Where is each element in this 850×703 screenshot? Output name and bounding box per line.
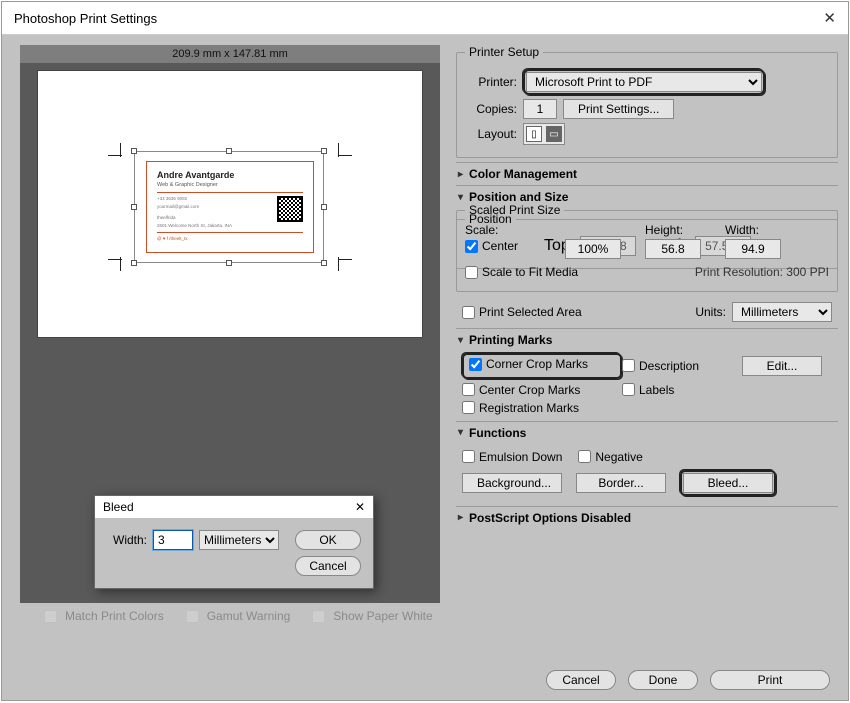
done-button[interactable]: Done — [628, 670, 698, 690]
description-checkbox[interactable]: Description — [622, 359, 742, 373]
bleed-cancel-button[interactable]: Cancel — [295, 556, 361, 576]
units-select[interactable]: Millimeters — [732, 302, 832, 322]
bleed-ok-button[interactable]: OK — [295, 530, 361, 550]
card-name: Andre Avantgarde — [157, 170, 303, 180]
emulsion-checkbox[interactable]: Emulsion Down — [462, 450, 562, 464]
bleed-width-label: Width: — [113, 533, 147, 547]
preview-paper[interactable]: Andre Avantgarde Web & Graphic Designer … — [38, 71, 422, 337]
printer-setup-group: Printer Setup Printer: Microsoft Print t… — [456, 45, 838, 158]
copies-label: Copies: — [465, 102, 517, 116]
titlebar: Photoshop Print Settings ✕ — [2, 2, 848, 35]
copies-input[interactable] — [523, 99, 557, 119]
handle-tr[interactable] — [321, 148, 327, 154]
qr-code-icon — [277, 196, 303, 222]
match-print-colors-checkbox: Match Print Colors — [44, 609, 164, 623]
bleed-width-input[interactable] — [153, 530, 193, 550]
negative-checkbox[interactable]: Negative — [578, 450, 642, 464]
border-button[interactable]: Border... — [576, 473, 666, 493]
softproof-options: Match Print Colors Gamut Warning Show Pa… — [20, 609, 442, 623]
cancel-button[interactable]: Cancel — [546, 670, 616, 690]
scale-input2[interactable] — [565, 239, 621, 259]
business-card-preview: Andre Avantgarde Web & Graphic Designer … — [146, 161, 314, 253]
window-title: Photoshop Print Settings — [14, 11, 157, 26]
footer-buttons: Cancel Done Print — [456, 662, 838, 690]
close-icon[interactable]: ✕ — [823, 9, 836, 27]
units-label: Units: — [695, 305, 726, 319]
scale-to-fit-checkbox[interactable]: Scale to Fit Media — [465, 265, 578, 279]
printer-setup-legend: Printer Setup — [465, 45, 543, 59]
corner-crop-checkbox[interactable]: Corner Crop Marks — [465, 356, 592, 372]
postscript-header[interactable]: PostScript Options Disabled — [456, 506, 838, 529]
print-settings-button[interactable]: Print Settings... — [563, 99, 674, 119]
handle-bm[interactable] — [226, 260, 232, 266]
landscape-icon[interactable]: ▭ — [546, 126, 562, 142]
center-crop-checkbox[interactable]: Center Crop Marks — [462, 383, 622, 397]
handle-tm[interactable] — [226, 148, 232, 154]
registration-checkbox[interactable]: Registration Marks — [462, 401, 622, 415]
bleed-emph: Bleed... — [680, 470, 776, 496]
card-social: @ ♥ f /theelt_tx — [157, 236, 303, 241]
layout-toggle[interactable]: ▯ ▭ — [523, 123, 565, 145]
print-selected-area-checkbox[interactable]: Print Selected Area — [462, 305, 582, 319]
bleed-button[interactable]: Bleed... — [683, 473, 773, 493]
functions-header[interactable]: Functions — [456, 421, 838, 444]
handle-tl[interactable] — [131, 148, 137, 154]
show-paper-white-checkbox: Show Paper White — [312, 609, 432, 623]
background-button[interactable]: Background... — [462, 473, 562, 493]
layout-label: Layout: — [465, 127, 517, 141]
handle-ml[interactable] — [131, 204, 137, 210]
width-input[interactable] — [725, 239, 781, 259]
edit-button[interactable]: Edit... — [742, 356, 822, 376]
height-input[interactable] — [645, 239, 701, 259]
right-pane: Printer Setup Printer: Microsoft Print t… — [452, 35, 848, 700]
scaled-size-group-real: Scaled Print Size Scale: Height: Width: … — [456, 203, 838, 292]
left-pane: 209.9 mm x 147.81 mm — [2, 35, 452, 700]
printing-marks-header[interactable]: Printing Marks — [456, 328, 838, 351]
bleed-units-select[interactable]: Millimeters — [199, 530, 279, 550]
handle-br[interactable] — [321, 260, 327, 266]
gamut-warning-checkbox: Gamut Warning — [186, 609, 291, 623]
handle-bl[interactable] — [131, 260, 137, 266]
printer-select[interactable]: Microsoft Print to PDF — [526, 72, 762, 92]
card-address: 2601 Welcome North St, Jakarta, INA — [157, 223, 303, 228]
portrait-icon[interactable]: ▯ — [526, 126, 542, 142]
printer-label: Printer: — [465, 75, 517, 89]
bleed-dialog-title: Bleed — [103, 500, 134, 514]
labels-checkbox[interactable]: Labels — [622, 383, 742, 397]
card-subtitle: Web & Graphic Designer — [157, 182, 303, 188]
printer-emph: Microsoft Print to PDF — [523, 69, 765, 95]
print-settings-window: Photoshop Print Settings ✕ 209.9 mm x 14… — [1, 1, 849, 701]
print-resolution-label: Print Resolution: 300 PPI — [695, 265, 829, 279]
print-button[interactable]: Print — [710, 670, 830, 690]
preview-dimensions: 209.9 mm x 147.81 mm — [20, 45, 440, 63]
color-management-header[interactable]: Color Management — [456, 162, 838, 185]
bleed-dialog: Bleed ✕ Width: Millimeters OK Cancel — [94, 495, 374, 589]
bleed-close-icon[interactable]: ✕ — [355, 500, 365, 514]
handle-mr[interactable] — [321, 204, 327, 210]
corner-crop-emph: Corner Crop Marks — [462, 353, 622, 379]
